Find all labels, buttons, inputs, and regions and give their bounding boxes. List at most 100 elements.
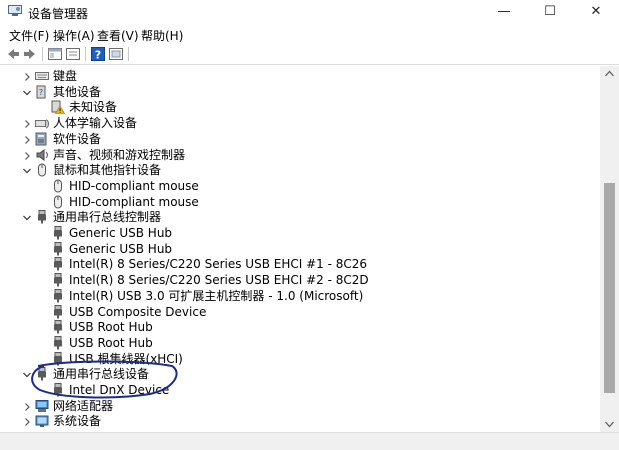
tree-item-label: USB Root Hub — [69, 320, 153, 335]
software-device-icon — [35, 132, 49, 146]
expand-chevron-down-icon[interactable] — [22, 165, 32, 175]
scroll-up-arrow-icon[interactable] — [605, 70, 614, 78]
tree-item-label: 声音、视频和游戏控制器 — [53, 147, 186, 162]
tree-item[interactable]: 网络适配器 — [0, 399, 600, 415]
mouse-icon — [51, 179, 65, 193]
tree-item-label: Generic USB Hub — [69, 226, 173, 240]
tree-item[interactable]: 通用串行总线控制器 — [0, 210, 600, 226]
tree-item[interactable]: USB 根集线器(xHCI) — [0, 351, 600, 368]
tree-item-label: 通用串行总线控制器 — [53, 210, 162, 225]
tree-item-label: 键盘 — [53, 69, 78, 83]
title-bar: 设备管理器 — ☐ ✕ — [0, 0, 619, 24]
tree-item-label: 软件设备 — [53, 131, 102, 146]
help-icon[interactable]: ? — [90, 46, 106, 62]
tree-item-label: USB Composite Device — [69, 304, 207, 319]
tree-item-label: Intel(R) 8 Series/C220 Series USB EHCI #… — [69, 273, 369, 288]
tree-item-label: Intel DnX Device — [69, 383, 170, 397]
device-manager-app-icon — [8, 5, 22, 16]
tree-item[interactable]: Intel(R) USB 3.0 可扩展主机控制器 - 1.0 (Microso… — [0, 288, 600, 305]
usb-icon — [35, 210, 49, 224]
tree-item[interactable]: HID-compliant mouse — [0, 179, 600, 195]
menu-help[interactable]: 帮助(H) — [141, 27, 183, 44]
speaker-icon — [35, 148, 49, 162]
tree-item-label: 系统设备 — [53, 414, 102, 429]
toolbar-separator — [42, 47, 43, 61]
tree-item[interactable]: 系统设备 — [0, 414, 600, 430]
usb-icon — [51, 273, 65, 287]
expand-chevron-right-icon[interactable] — [22, 416, 32, 427]
network-adapter-icon — [35, 399, 49, 413]
usb-icon — [35, 367, 49, 381]
horizontal-scrollbar[interactable] — [0, 432, 619, 450]
scroll-down-arrow-icon[interactable] — [605, 420, 614, 428]
tree-item[interactable]: 通用串行总线设备 — [0, 367, 600, 383]
usb-icon — [51, 226, 65, 240]
tree-item-label: 鼠标和其他指针设备 — [53, 163, 162, 178]
minimize-button[interactable]: — — [481, 0, 527, 24]
expand-chevron-down-icon[interactable] — [22, 212, 32, 222]
tree-item[interactable]: USB Root Hub — [0, 335, 600, 352]
menu-file[interactable]: 文件(F) — [9, 27, 49, 44]
forward-arrow-icon[interactable] — [22, 46, 38, 62]
tree-item-label: Intel(R) USB 3.0 可扩展主机控制器 - 1.0 (Microso… — [69, 288, 364, 303]
tree-item[interactable]: Intel DnX Device — [0, 383, 600, 399]
tree-item-label: 其他设备 — [53, 84, 102, 99]
mouse-icon — [51, 195, 65, 209]
tree-item[interactable]: Intel(R) 8 Series/C220 Series USB EHCI #… — [0, 257, 600, 273]
expand-chevron-down-icon[interactable] — [22, 369, 32, 379]
tree-item[interactable]: 键盘 — [0, 69, 600, 85]
tree-item[interactable]: Generic USB Hub — [0, 226, 600, 242]
tree-item-label: USB Root Hub — [69, 335, 153, 350]
usb-icon — [51, 241, 65, 256]
hid-icon — [35, 116, 50, 130]
update-driver-icon[interactable] — [108, 46, 124, 62]
other-devices-icon: ? — [35, 85, 49, 99]
scrollbar-thumb[interactable] — [604, 183, 615, 393]
tree-item[interactable]: USB Composite Device — [0, 304, 600, 321]
expand-chevron-right-icon[interactable] — [22, 71, 32, 81]
menu-action[interactable]: 操作(A) — [53, 27, 95, 44]
vertical-scrollbar[interactable] — [600, 66, 619, 432]
expand-chevron-right-icon[interactable] — [22, 134, 32, 144]
details-pane-icon[interactable] — [65, 46, 81, 62]
toolbar-separator — [128, 47, 129, 61]
usb-icon — [51, 304, 65, 319]
device-tree: 键盘? 其他设备 未知设备 人体学输入设备 软件设备 声音、视频和游戏控制器 鼠标和其他指针… — [0, 66, 600, 432]
maximize-button[interactable]: ☐ — [527, 0, 573, 24]
back-arrow-icon[interactable] — [5, 46, 21, 62]
tree-item-label: 网络适配器 — [53, 398, 114, 413]
unknown-device-warning-icon — [51, 100, 66, 115]
tree-item[interactable]: Generic USB Hub — [0, 241, 600, 258]
menu-bar: 文件(F) 操作(A) 查看(V) 帮助(H) — [0, 24, 619, 44]
usb-icon — [51, 335, 65, 350]
tree-item[interactable]: Intel(R) 8 Series/C220 Series USB EHCI #… — [0, 273, 600, 289]
usb-icon — [51, 351, 65, 366]
tree-item-label: 未知设备 — [69, 100, 118, 115]
usb-icon — [51, 320, 65, 334]
expand-chevron-down-icon[interactable] — [22, 87, 32, 97]
tree-item[interactable]: 人体学输入设备 — [0, 116, 600, 132]
expand-chevron-right-icon[interactable] — [22, 118, 32, 129]
tree-item[interactable]: ? 其他设备 — [0, 85, 600, 101]
expand-chevron-right-icon[interactable] — [22, 150, 32, 160]
tree-item[interactable]: USB Root Hub — [0, 320, 600, 336]
tree-item[interactable]: 鼠标和其他指针设备 — [0, 163, 600, 179]
tree-item-label: HID-compliant mouse — [69, 194, 199, 209]
tree-item[interactable]: 声音、视频和游戏控制器 — [0, 148, 600, 164]
system-device-icon — [35, 414, 49, 428]
tree-item-label: Intel(R) 8 Series/C220 Series USB EHCI #… — [69, 257, 368, 272]
properties-window-icon[interactable] — [47, 46, 63, 62]
window-title: 设备管理器 — [28, 7, 89, 21]
toolbar-separator — [85, 47, 86, 61]
menu-view[interactable]: 查看(V) — [97, 27, 139, 44]
tree-item[interactable]: 未知设备 — [0, 100, 600, 116]
tree-item-label: 人体学输入设备 — [53, 116, 138, 131]
toolbar: ? — [0, 44, 619, 65]
tree-item[interactable]: HID-compliant mouse — [0, 195, 600, 211]
close-button[interactable]: ✕ — [573, 0, 619, 24]
tree-item[interactable]: 软件设备 — [0, 132, 600, 148]
mouse-icon — [35, 163, 49, 177]
expand-chevron-right-icon[interactable] — [22, 401, 32, 411]
usb-icon — [51, 257, 65, 271]
tree-item-label: USB 根集线器(xHCI) — [69, 351, 183, 366]
